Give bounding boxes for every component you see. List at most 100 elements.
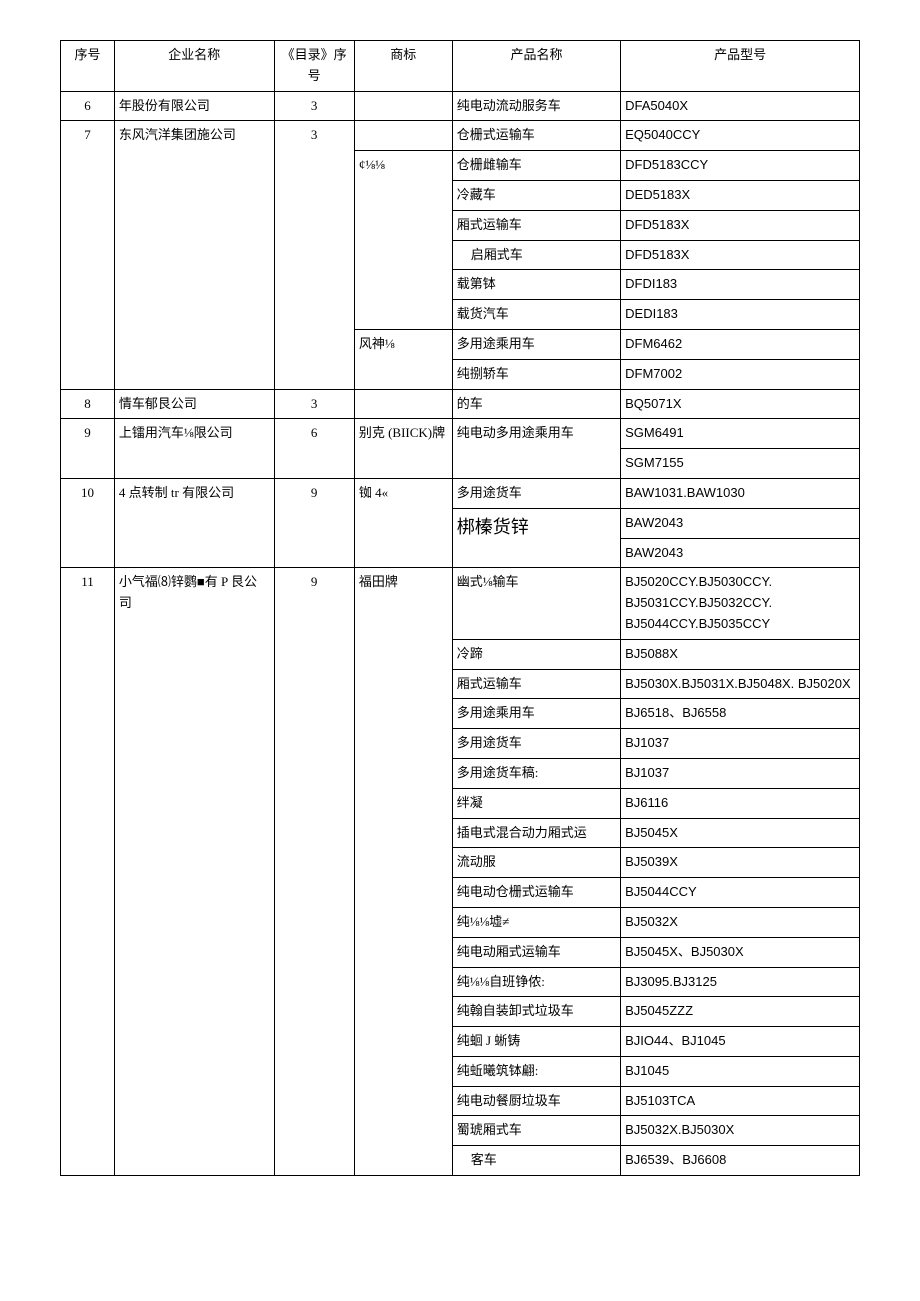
cell-model: BJ5103TCA	[621, 1086, 860, 1116]
cell-brand: 风神⅛	[354, 329, 452, 389]
header-row: 序号 企业名称 《目录》序号 商标 产品名称 产品型号	[61, 41, 860, 92]
cell-product: 冷藏车	[452, 180, 620, 210]
cell-enterprise: 年股份有限公司	[114, 91, 274, 121]
cell-product: 多用途货车	[452, 478, 620, 508]
cell-enterprise: 上镭用汽车⅛限公司	[114, 419, 274, 479]
cell-model: BJ5044CCY	[621, 878, 860, 908]
cell-product: 梆榛货锌	[452, 508, 620, 568]
cell-model: BJ6539、BJ6608	[621, 1146, 860, 1176]
cell-seq: 7	[61, 121, 115, 389]
cell-brand: 铷 4«	[354, 478, 452, 567]
cell-model: BJ5039X	[621, 848, 860, 878]
cell-product: 厢式运输车	[452, 210, 620, 240]
cell-product: 纯电动仓栅式运输车	[452, 878, 620, 908]
cell-product: 纯蛔 J 蜥铸	[452, 1027, 620, 1057]
table-row: 11小气福⑻锌鹦■有 P 艮公司9福田牌幽式⅛输车BJ5020CCY.BJ503…	[61, 568, 860, 639]
cell-enterprise: 小气福⑻锌鹦■有 P 艮公司	[114, 568, 274, 1176]
cell-product: 的车	[452, 389, 620, 419]
cell-product: 纯电动多用途乘用车	[452, 419, 620, 479]
cell-model: BAW2043	[621, 538, 860, 568]
cell-model: BJ5045X	[621, 818, 860, 848]
cell-product: 流动服	[452, 848, 620, 878]
cell-enterprise: 情车郁艮公司	[114, 389, 274, 419]
cell-model: BAW1031.BAW1030	[621, 478, 860, 508]
cell-product: 冷蹄	[452, 639, 620, 669]
cell-product: 仓栅雌输车	[452, 151, 620, 181]
cell-seq: 10	[61, 478, 115, 567]
cell-catalog: 3	[274, 91, 354, 121]
cell-model: BJ5032X.BJ5030X	[621, 1116, 860, 1146]
cell-model: BJ5020CCY.BJ5030CCY. BJ5031CCY.BJ5032CCY…	[621, 568, 860, 639]
cell-catalog: 9	[274, 478, 354, 567]
col-seq: 序号	[61, 41, 115, 92]
cell-product: 多用途货车稿:	[452, 758, 620, 788]
cell-seq: 11	[61, 568, 115, 1176]
cell-catalog: 6	[274, 419, 354, 479]
cell-product: 仓栅式运输车	[452, 121, 620, 151]
table-row: 8情车郁艮公司3 的车BQ5071X	[61, 389, 860, 419]
cell-brand: ¢⅛⅛	[354, 151, 452, 330]
cell-catalog: 3	[274, 121, 354, 389]
table-row: 6年股份有限公司3 纯电动流动服务车DFA5040X	[61, 91, 860, 121]
cell-model: BJ5030X.BJ5031X.BJ5048X. BJ5020X	[621, 669, 860, 699]
cell-product: 绊凝	[452, 788, 620, 818]
cell-enterprise: 东风汽洋集团施公司	[114, 121, 274, 389]
cell-brand	[354, 389, 452, 419]
col-catalog: 《目录》序号	[274, 41, 354, 92]
cell-model: DFD5183X	[621, 240, 860, 270]
cell-seq: 8	[61, 389, 115, 419]
col-brand: 商标	[354, 41, 452, 92]
cell-catalog: 3	[274, 389, 354, 419]
cell-seq: 9	[61, 419, 115, 479]
cell-model: BJ1045	[621, 1056, 860, 1086]
cell-model: BJ5088X	[621, 639, 860, 669]
cell-model: BQ5071X	[621, 389, 860, 419]
cell-model: BJ1037	[621, 729, 860, 759]
cell-product: 纯电动餐厨垃圾车	[452, 1086, 620, 1116]
cell-product: 纯电动流动服务车	[452, 91, 620, 121]
cell-product: 载货汽车	[452, 300, 620, 330]
cell-product: 客车	[452, 1146, 620, 1176]
table-body: 6年股份有限公司3纯电动流动服务车DFA5040X7东风汽洋集团施公司3仓栅式运…	[61, 91, 860, 1175]
cell-brand: 福田牌	[354, 568, 452, 1176]
table-row: 9上镭用汽车⅛限公司6别克 (BIICK)牌纯电动多用途乘用车SGM6491	[61, 419, 860, 449]
cell-model: DFA5040X	[621, 91, 860, 121]
cell-product: 厢式运输车	[452, 669, 620, 699]
cell-model: BJ1037	[621, 758, 860, 788]
table-row: 104 点转制 tr 有限公司9铷 4«多用途货车BAW1031.BAW1030	[61, 478, 860, 508]
cell-product: 蜀琥厢式车	[452, 1116, 620, 1146]
cell-model: BJ5032X	[621, 907, 860, 937]
cell-seq: 6	[61, 91, 115, 121]
cell-product: 纯捌轿车	[452, 359, 620, 389]
cell-model: DEDI183	[621, 300, 860, 330]
cell-product: 启厢式车	[452, 240, 620, 270]
cell-product: 载第钵	[452, 270, 620, 300]
cell-catalog: 9	[274, 568, 354, 1176]
cell-model: SGM7155	[621, 449, 860, 479]
cell-model: DFD5183X	[621, 210, 860, 240]
cell-model: DED5183X	[621, 180, 860, 210]
cell-model: EQ5040CCY	[621, 121, 860, 151]
cell-enterprise: 4 点转制 tr 有限公司	[114, 478, 274, 567]
col-model: 产品型号	[621, 41, 860, 92]
cell-model: DFM7002	[621, 359, 860, 389]
table-row: 7东风汽洋集团施公司3仓栅式运输车EQ5040CCY	[61, 121, 860, 151]
cell-product: 纯翰自装卸式垃圾车	[452, 997, 620, 1027]
cell-model: BAW2043	[621, 508, 860, 538]
cell-brand	[354, 91, 452, 121]
cell-model: DFDI183	[621, 270, 860, 300]
cell-model: SGM6491	[621, 419, 860, 449]
cell-product: 纯蚯曦筑钵翩:	[452, 1056, 620, 1086]
cell-brand	[354, 121, 452, 151]
cell-product: 幽式⅛输车	[452, 568, 620, 639]
cell-model: DFM6462	[621, 329, 860, 359]
cell-model: BJIO44、BJ1045	[621, 1027, 860, 1057]
cell-product: 多用途乘用车	[452, 699, 620, 729]
cell-product: 插电式混合动力厢式运	[452, 818, 620, 848]
cell-brand: 别克 (BIICK)牌	[354, 419, 452, 479]
cell-product: 纯电动厢式运输车	[452, 937, 620, 967]
col-enterprise: 企业名称	[114, 41, 274, 92]
cell-product: 纯⅛⅛墟≠	[452, 907, 620, 937]
cell-model: BJ6116	[621, 788, 860, 818]
cell-model: BJ3095.BJ3125	[621, 967, 860, 997]
